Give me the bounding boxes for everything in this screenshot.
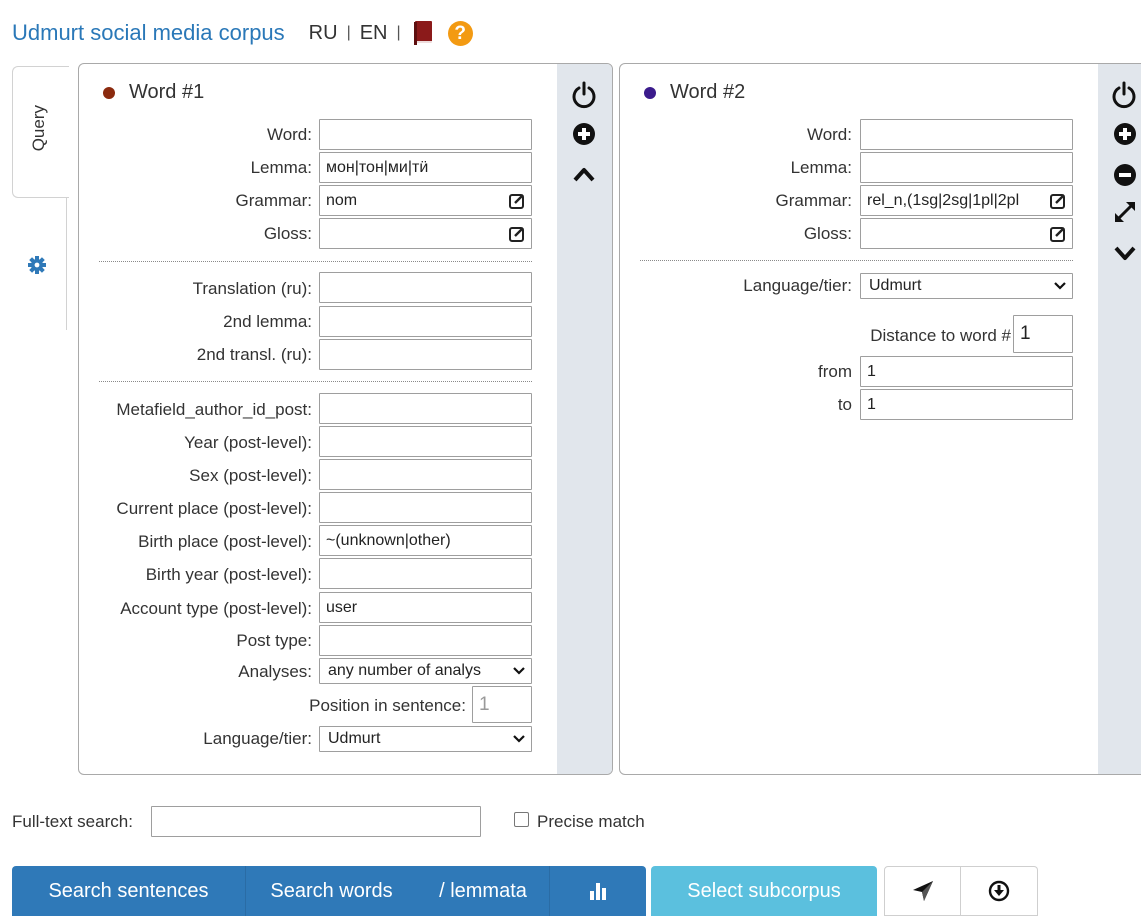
download-circle-icon bbox=[988, 880, 1010, 902]
word-1-birth-place-label: Birth place (post-level): bbox=[138, 532, 312, 551]
word-1-current-place-label: Current place (post-level): bbox=[116, 499, 312, 518]
edit-icon[interactable] bbox=[1050, 226, 1066, 242]
word-2-gloss-input[interactable] bbox=[860, 218, 1073, 249]
word-1-position-label: Position in sentence: bbox=[309, 696, 466, 715]
chevron-down-icon bbox=[513, 667, 525, 675]
word-1-translation-label: Translation (ru): bbox=[192, 279, 312, 298]
word-2-lemma-input[interactable] bbox=[860, 152, 1073, 183]
word-1-post-type-input[interactable] bbox=[319, 625, 532, 656]
chevron-down-icon bbox=[1054, 282, 1066, 290]
word-1-panel: Word #1 Word: Lemma: мон|тон|ми|тӥ Gramm… bbox=[78, 63, 613, 775]
chevron-up-icon[interactable] bbox=[572, 165, 596, 183]
word-1-word-input[interactable] bbox=[319, 119, 532, 150]
chevron-down-icon bbox=[513, 735, 525, 743]
word-2-from-input[interactable]: 1 bbox=[860, 356, 1073, 387]
word-1-header: Word #1 bbox=[103, 81, 204, 104]
word-2-from-label: from bbox=[818, 362, 852, 381]
word-1-lemma2-input[interactable] bbox=[319, 306, 532, 337]
word-1-transl2-input[interactable] bbox=[319, 339, 532, 370]
word-2-gloss-label: Gloss: bbox=[803, 224, 852, 243]
edit-icon[interactable] bbox=[509, 226, 525, 242]
word-1-transl2-label: 2nd transl. (ru): bbox=[196, 345, 312, 364]
word-2-grammar-input[interactable]: rel_n,(1sg|2sg|1pl|2pl bbox=[860, 185, 1073, 216]
fulltext-search-input[interactable] bbox=[151, 806, 481, 837]
word-1-lemma-label: Lemma: bbox=[250, 158, 312, 177]
word-1-translation-input[interactable] bbox=[319, 272, 532, 303]
precise-match-label[interactable]: Precise match bbox=[537, 812, 645, 832]
word-1-author-id-input[interactable] bbox=[319, 393, 532, 424]
word-1-lemma-input[interactable]: мон|тон|ми|тӥ bbox=[319, 152, 532, 183]
divider bbox=[99, 261, 532, 262]
word-2-to-label: to bbox=[837, 395, 852, 414]
word-2-title: Word #2 bbox=[670, 81, 746, 103]
word-2-color-dot bbox=[644, 86, 656, 99]
word-1-gloss-input[interactable] bbox=[319, 218, 532, 249]
lang-separator: | bbox=[346, 24, 351, 41]
word-1-title: Word #1 bbox=[129, 81, 205, 103]
edit-icon[interactable] bbox=[509, 193, 525, 209]
word-2-distance-label: Distance to word # bbox=[870, 326, 1011, 345]
lang-separator: | bbox=[396, 24, 401, 41]
word-1-year-input[interactable] bbox=[319, 426, 532, 457]
word-1-post-type-label: Post type: bbox=[236, 631, 312, 650]
chevron-down-icon[interactable] bbox=[1113, 245, 1137, 263]
tab-border bbox=[66, 198, 67, 330]
precise-match-checkbox[interactable] bbox=[514, 812, 529, 827]
word-1-controls bbox=[557, 64, 612, 774]
word-1-language-select[interactable]: Udmurt bbox=[319, 726, 532, 752]
word-1-current-place-input[interactable] bbox=[319, 492, 532, 523]
word-2-language-label: Language/tier: bbox=[743, 276, 852, 295]
word-1-account-type-input[interactable]: user bbox=[319, 592, 532, 623]
gear-icon[interactable] bbox=[26, 254, 48, 276]
word-1-lemma2-label: 2nd lemma: bbox=[223, 312, 312, 331]
header: Udmurt social media corpus RU | EN | ? bbox=[12, 18, 473, 48]
word-2-grammar-label: Grammar: bbox=[775, 191, 853, 210]
word-2-lemma-label: Lemma: bbox=[790, 158, 852, 177]
bar-chart-icon bbox=[590, 883, 606, 900]
lang-en-link[interactable]: EN bbox=[360, 22, 388, 45]
word-2-to-input[interactable]: 1 bbox=[860, 389, 1073, 420]
word-1-birth-year-input[interactable] bbox=[319, 558, 532, 589]
minus-circle-icon[interactable] bbox=[1113, 163, 1137, 187]
power-icon[interactable] bbox=[570, 81, 598, 109]
power-icon[interactable] bbox=[1110, 81, 1138, 109]
plus-circle-icon[interactable] bbox=[1113, 122, 1137, 146]
plus-circle-icon[interactable] bbox=[572, 122, 596, 146]
expand-arrows-icon[interactable] bbox=[1112, 199, 1138, 225]
paper-plane-icon bbox=[912, 881, 933, 901]
word-1-birth-place-input[interactable]: ~(unknown|other) bbox=[319, 525, 532, 556]
book-icon[interactable] bbox=[413, 21, 432, 45]
word-2-distance-word-input[interactable]: 1 bbox=[1013, 315, 1073, 353]
word-2-word-label: Word: bbox=[806, 125, 852, 144]
word-2-panel: Word #2 Word: Lemma: Grammar: rel_n,(1sg… bbox=[619, 63, 1141, 775]
word-1-analyses-label: Analyses: bbox=[238, 662, 312, 681]
word-1-author-id-label: Metafield_author_id_post: bbox=[116, 400, 312, 419]
edit-icon[interactable] bbox=[1050, 193, 1066, 209]
word-2-controls bbox=[1098, 64, 1141, 774]
word-1-grammar-input[interactable]: nom bbox=[319, 185, 532, 216]
tab-query-label: Query bbox=[29, 105, 48, 152]
tab-query[interactable]: Query bbox=[12, 66, 69, 198]
question-circle-icon[interactable]: ? bbox=[447, 20, 473, 46]
word-1-color-dot bbox=[103, 86, 115, 99]
word-1-position-input[interactable]: 1 bbox=[472, 686, 532, 723]
word-2-word-input[interactable] bbox=[860, 119, 1073, 150]
word-1-year-label: Year (post-level): bbox=[184, 433, 312, 452]
word-1-grammar-label: Grammar: bbox=[235, 191, 313, 210]
lang-ru-link[interactable]: RU bbox=[309, 22, 338, 45]
word-1-gloss-label: Gloss: bbox=[263, 224, 312, 243]
divider bbox=[640, 260, 1073, 261]
fulltext-search-label: Full-text search: bbox=[12, 812, 133, 831]
corpus-title[interactable]: Udmurt social media corpus bbox=[12, 20, 285, 46]
word-1-analyses-select[interactable]: any number of analys bbox=[319, 658, 532, 684]
word-1-account-type-label: Account type (post-level): bbox=[120, 599, 312, 618]
word-1-sex-label: Sex (post-level): bbox=[189, 466, 312, 485]
word-2-header: Word #2 bbox=[644, 81, 745, 104]
word-1-sex-input[interactable] bbox=[319, 459, 532, 490]
divider bbox=[99, 381, 532, 382]
word-1-language-label: Language/tier: bbox=[203, 729, 312, 748]
word-1-birth-year-label: Birth year (post-level): bbox=[145, 565, 312, 584]
word-1-word-label: Word: bbox=[266, 125, 312, 144]
word-2-language-select[interactable]: Udmurt bbox=[860, 273, 1073, 299]
